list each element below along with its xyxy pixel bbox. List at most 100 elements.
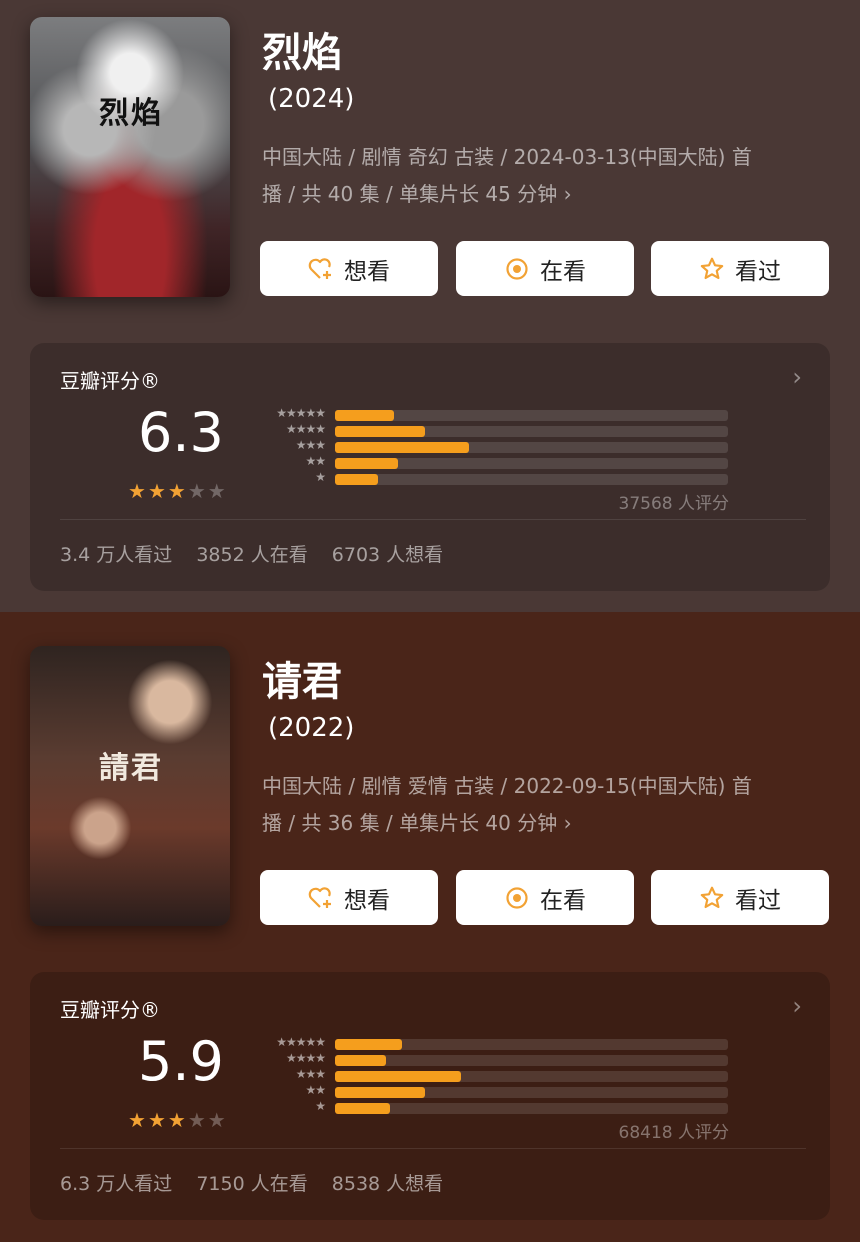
distribution-track [335,1039,728,1050]
distribution-stars-icon: ★★ [305,454,325,468]
drama-section-1: 烈焰 烈焰 (2024) 中国大陆 / 剧情 奇幻 古装 / 2024-03-1… [0,0,860,612]
distribution-track [335,458,728,469]
chevron-right-icon[interactable]: › [792,363,802,391]
want-label: 想看 [344,887,390,914]
star-filled-icon: ★ [147,1108,168,1132]
distribution-bar [335,426,426,437]
distribution-row: ★★★ [255,1067,728,1084]
watching-count[interactable]: 7150 人在看 [196,1173,307,1195]
distribution-stars-icon: ★★★★ [285,1051,326,1065]
rating-card[interactable]: 豆瓣评分® › 6.3 ★★★★★ ★★★★★ ★★★★ ★★★ ★★ ★ 37568 … [30,343,830,591]
rating-source-label: 豆瓣评分® [60,998,160,1022]
star-filled-icon: ★ [167,1108,188,1132]
star-filled-icon: ★ [167,479,188,503]
distribution-track [335,410,728,421]
want-count[interactable]: 6703 人想看 [332,544,443,566]
info-line-1: 中国大陆 / 剧情 爱情 古装 / 2022-09-15(中国大陆) 首 [262,774,752,798]
distribution-stars-icon: ★★★ [295,438,326,452]
distribution-bar [335,1039,402,1050]
distribution-bar [335,1087,426,1098]
distribution-track [335,1071,728,1082]
drama-title: 烈焰 [262,30,342,76]
star-empty-icon: ★ [187,479,208,503]
distribution-row: ★★★ [255,438,728,455]
rating-count: 37568 人评分 [618,494,729,514]
target-icon [504,885,530,911]
distribution-track [335,474,728,485]
star-empty-icon: ★ [207,1108,228,1132]
heart-plus-icon [308,256,334,282]
want-label: 想看 [344,258,390,285]
star-empty-icon: ★ [207,479,228,503]
poster-image[interactable]: 烈焰 [30,17,230,297]
watching-label: 在看 [540,887,586,914]
distribution-track [335,426,728,437]
star-outline-icon [699,256,725,282]
distribution-stars-icon: ★★★★ [285,422,326,436]
rating-score: 6.3 [138,401,224,464]
distribution-stars-icon: ★★ [305,1083,325,1097]
star-rating: ★★★★★ [128,479,228,503]
drama-info[interactable]: 中国大陆 / 剧情 奇幻 古装 / 2024-03-13(中国大陆) 首 播 /… [262,139,822,213]
star-outline-icon [699,885,725,911]
distribution-stars-icon: ★★★ [295,1067,326,1081]
distribution-stars-icon: ★★★★★ [276,1035,326,1049]
distribution-track [335,1055,728,1066]
heart-plus-icon [308,885,334,911]
distribution-bar [335,1055,387,1066]
distribution-bar [335,458,398,469]
want-count[interactable]: 8538 人想看 [332,1173,443,1195]
star-empty-icon: ★ [187,1108,208,1132]
distribution-row: ★★★★ [255,422,728,439]
chevron-right-icon[interactable]: › [792,992,802,1020]
distribution-row: ★★ [255,1083,728,1100]
divider [60,519,806,520]
distribution-track [335,1103,728,1114]
want-to-watch-button[interactable]: 想看 [260,241,438,296]
distribution-row: ★★ [255,454,728,471]
distribution-stars-icon: ★ [315,1099,326,1113]
watching-count[interactable]: 3852 人在看 [196,544,307,566]
drama-title: 请君 [262,659,342,705]
star-filled-icon: ★ [128,1108,148,1132]
distribution-bar [335,442,469,453]
rating-score: 5.9 [138,1030,224,1093]
info-line-2: 播 / 共 36 集 / 单集片长 40 分钟 [262,811,558,835]
drama-year: (2024) [268,84,355,114]
distribution-stars-icon: ★ [315,470,326,484]
distribution-track [335,442,728,453]
drama-info[interactable]: 中国大陆 / 剧情 爱情 古装 / 2022-09-15(中国大陆) 首 播 /… [262,768,822,842]
distribution-bar [335,410,394,421]
info-line-2: 播 / 共 40 集 / 单集片长 45 分钟 [262,182,558,206]
chevron-right-icon: › [563,182,572,206]
distribution-bar [335,1103,391,1114]
target-icon [504,256,530,282]
divider [60,1148,806,1149]
star-filled-icon: ★ [128,479,148,503]
distribution-row: ★ [255,470,728,487]
rating-source-label: 豆瓣评分® [60,369,160,393]
watched-button[interactable]: 看过 [651,241,829,296]
info-line-1: 中国大陆 / 剧情 奇幻 古装 / 2024-03-13(中国大陆) 首 [262,145,752,169]
watched-count[interactable]: 6.3 万人看过 [60,1173,172,1195]
watching-button[interactable]: 在看 [456,870,634,925]
watched-label: 看过 [735,258,781,285]
distribution-row: ★ [255,1099,728,1116]
want-to-watch-button[interactable]: 想看 [260,870,438,925]
distribution-row: ★★★★★ [255,406,728,423]
poster-image[interactable]: 請君 [30,646,230,926]
distribution-bar [335,474,379,485]
distribution-row: ★★★★★ [255,1035,728,1052]
drama-year: (2022) [268,713,355,743]
watching-button[interactable]: 在看 [456,241,634,296]
chevron-right-icon: › [563,811,572,835]
watched-button[interactable]: 看过 [651,870,829,925]
watched-count[interactable]: 3.4 万人看过 [60,544,172,566]
distribution-track [335,1087,728,1098]
rating-count: 68418 人评分 [618,1123,729,1143]
rating-card[interactable]: 豆瓣评分® › 5.9 ★★★★★ ★★★★★ ★★★★ ★★★ ★★ ★ 68418 … [30,972,830,1220]
watch-stats: 3.4 万人看过 3852 人在看 6703 人想看 [60,540,461,567]
watch-stats: 6.3 万人看过 7150 人在看 8538 人想看 [60,1169,461,1196]
distribution-row: ★★★★ [255,1051,728,1068]
star-filled-icon: ★ [147,479,168,503]
